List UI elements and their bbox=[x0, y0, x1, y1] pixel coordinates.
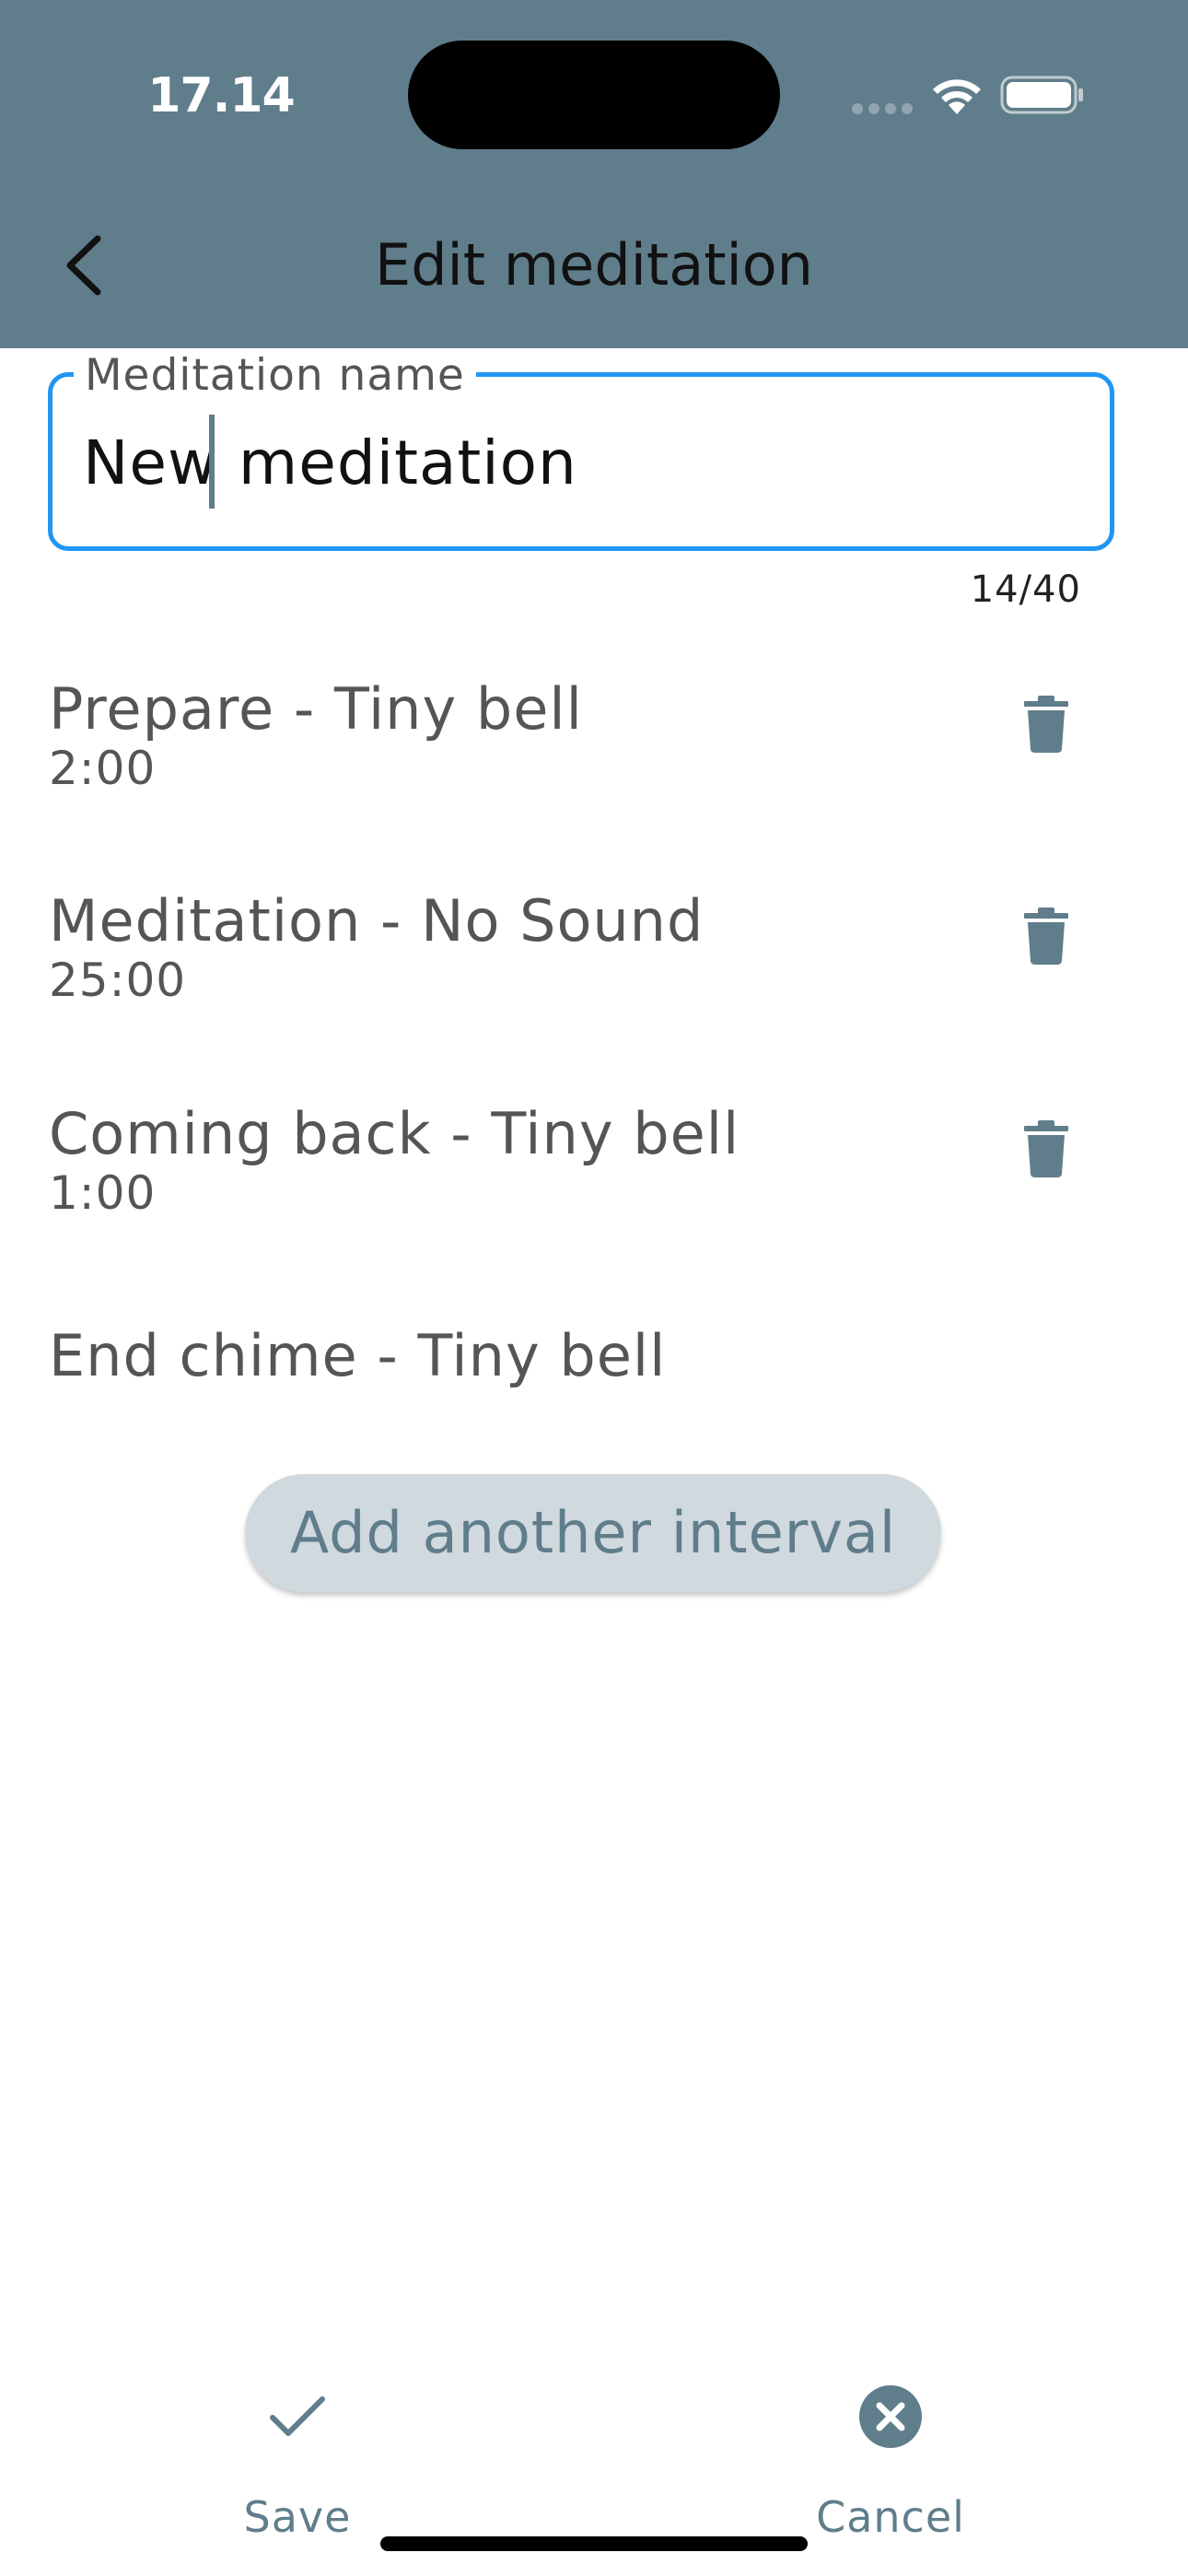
meditation-name-input[interactable] bbox=[83, 422, 1077, 505]
interval-title: Coming back - Tiny bell bbox=[49, 1100, 740, 1167]
delete-interval-button[interactable] bbox=[1004, 682, 1089, 767]
interval-duration: 1:00 bbox=[49, 1166, 157, 1220]
interval-row[interactable]: End chime - Tiny bell bbox=[0, 1319, 1188, 1411]
text-cursor bbox=[209, 415, 215, 509]
dynamic-island bbox=[408, 41, 780, 149]
interval-title: Prepare - Tiny bell bbox=[49, 675, 583, 743]
interval-row[interactable]: Meditation - No Sound 25:00 bbox=[0, 884, 1188, 1069]
checkmark-icon bbox=[178, 2377, 417, 2456]
interval-row[interactable]: Coming back - Tiny bell 1:00 bbox=[0, 1097, 1188, 1282]
interval-duration: 2:00 bbox=[49, 742, 157, 795]
trash-icon bbox=[1024, 907, 1068, 965]
cellular-signal-icon bbox=[852, 103, 913, 114]
edit-meditation-screen: 17.14 Edit meditation Meditation name Ne… bbox=[0, 0, 1188, 2576]
delete-interval-button[interactable] bbox=[1004, 894, 1089, 978]
page-title: Edit meditation bbox=[375, 231, 813, 299]
interval-title: Meditation - No Sound bbox=[49, 887, 705, 954]
interval-title: End chime - Tiny bell bbox=[49, 1322, 667, 1389]
cancel-button[interactable]: Cancel bbox=[771, 2377, 1010, 2561]
add-interval-button[interactable]: Add another interval bbox=[245, 1474, 941, 1592]
wifi-icon bbox=[933, 79, 981, 114]
meditation-name-label: Meditation name bbox=[74, 350, 476, 402]
interval-row[interactable]: Prepare - Tiny bell 2:00 bbox=[0, 673, 1188, 857]
character-counter: 14/40 bbox=[970, 568, 1081, 611]
battery-icon bbox=[1000, 76, 1083, 114]
home-indicator[interactable] bbox=[380, 2536, 808, 2551]
app-bar: 17.14 Edit meditation bbox=[0, 0, 1188, 348]
save-label: Save bbox=[243, 2492, 352, 2542]
trash-icon bbox=[1024, 1120, 1068, 1177]
cancel-label: Cancel bbox=[816, 2492, 965, 2542]
trash-icon bbox=[1024, 696, 1068, 753]
delete-interval-button[interactable] bbox=[1004, 1107, 1089, 1191]
interval-duration: 25:00 bbox=[49, 954, 187, 1007]
status-time: 17.14 bbox=[147, 68, 295, 123]
close-circle-icon bbox=[771, 2377, 1010, 2456]
save-button[interactable]: Save bbox=[178, 2377, 417, 2561]
